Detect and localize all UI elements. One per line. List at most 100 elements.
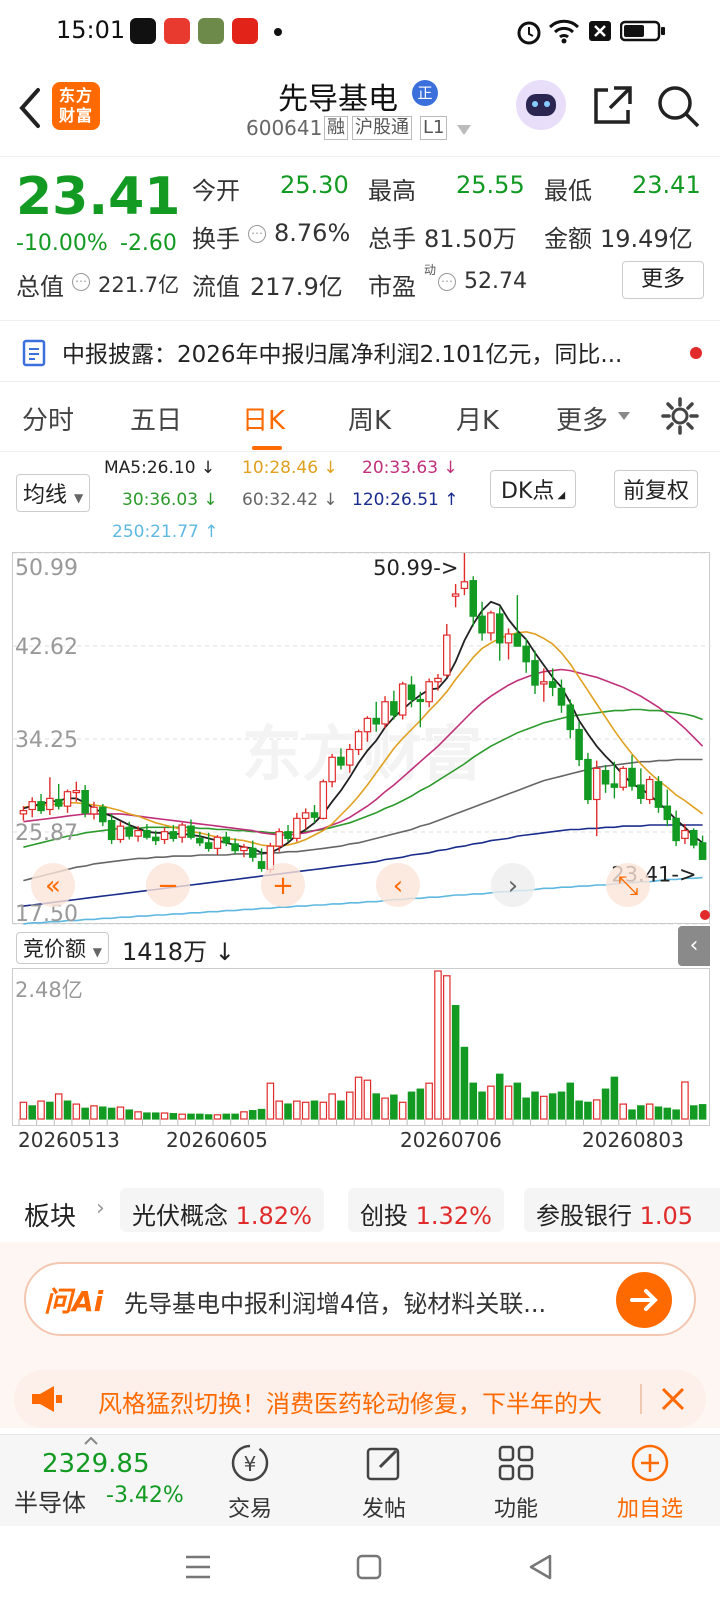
kline-chart[interactable]: 东方财富 50.99 42.62 34.25 25.87 17.50 50.99-> 23.4…: [12, 552, 711, 927]
sector-chip-pv[interactable]: 光伏概念 1.82%: [120, 1188, 324, 1232]
candle-body: [601, 770, 610, 785]
tab-more[interactable]: 更多: [556, 400, 608, 437]
wifi-icon: [548, 19, 580, 44]
volume-bar: [698, 1104, 707, 1120]
tiktok-app-icon: [130, 18, 156, 44]
candle-body: [257, 861, 266, 869]
volume-bar: [107, 1107, 116, 1120]
tab-daily-k[interactable]: 日K: [242, 400, 285, 437]
tab-five-day[interactable]: 五日: [130, 400, 182, 437]
info-icon[interactable]: ⋯: [248, 225, 266, 243]
chevron-right-icon[interactable]: ›: [96, 1196, 105, 1221]
volume-indicator-selector[interactable]: 竞价额 ▼: [16, 932, 109, 964]
tab-weekly-k[interactable]: 周K: [348, 400, 391, 437]
dk-point-label: DK点: [501, 479, 555, 504]
collapse-panel-icon[interactable]: ‹: [678, 926, 710, 966]
ma250-line: [23, 876, 703, 925]
ai-question-text: 先导基电中报利润增4倍，铋材料关联...: [124, 1290, 547, 1318]
volume-bar: [240, 1111, 248, 1120]
volume-bar: [46, 1101, 54, 1120]
info-icon[interactable]: ⋯: [72, 273, 90, 291]
candle-body: [672, 817, 680, 842]
back-triangle-icon[interactable]: [528, 1554, 554, 1580]
volume-bar: [548, 1093, 557, 1120]
candle-body: [540, 681, 548, 685]
status-time: 15:01: [56, 16, 126, 44]
nav-post[interactable]: 发帖: [334, 1441, 434, 1523]
close-icon[interactable]: [660, 1386, 686, 1412]
announcement-text: 中报披露：2026年中报归属净利润2.101亿元，同比...: [62, 342, 623, 368]
volume-indicator-label: 竞价额: [23, 937, 86, 961]
candle-body: [72, 789, 81, 794]
dropdown-caret-icon: ▼: [74, 491, 84, 505]
kline-svg: 东方财富50.9942.6234.2525.8717.5050.99->23.4…: [13, 552, 711, 927]
announcement-bar[interactable]: 中报披露：2026年中报归属净利润2.101亿元，同比...: [0, 320, 720, 382]
candle-body: [531, 660, 539, 686]
search-icon[interactable]: [656, 84, 702, 130]
next-icon-glyph: ›: [508, 871, 518, 901]
ma-selector[interactable]: 均线 ▼: [16, 474, 91, 512]
volume-bar: [328, 1093, 336, 1120]
volume-bar: [116, 1106, 125, 1120]
nav-label: 加自选: [616, 1497, 683, 1522]
expand-up-icon[interactable]: [84, 1437, 98, 1445]
volume-bar: [178, 1113, 186, 1120]
ma250-value: 250:21.77 ↑: [112, 522, 219, 542]
settings-gear-icon[interactable]: [660, 396, 700, 436]
volume-bar: [495, 1073, 504, 1120]
index-name[interactable]: 半导体: [14, 1483, 86, 1518]
ma-legend: 均线 ▼ MA5:26.10 ↓ 10:28.46 ↓ 20:33.63 ↓ 3…: [0, 452, 720, 552]
volume-bar: [169, 1113, 178, 1120]
volume-bar: [99, 1106, 107, 1120]
candle-body: [407, 684, 416, 701]
more-button[interactable]: 更多: [622, 261, 704, 299]
promo-banner[interactable]: 风格猛烈切换！消费医药轮动修复，下半年的大: [14, 1370, 706, 1428]
back-arrow-icon[interactable]: [14, 86, 44, 130]
alarm-icon: [517, 21, 541, 45]
home-square-icon[interactable]: [356, 1554, 382, 1580]
dk-point-toggle[interactable]: DK点 ◢: [490, 470, 577, 508]
sector-chip-bank[interactable]: 参股银行 1.05: [524, 1188, 720, 1232]
battery-icon: [620, 20, 665, 42]
info-icon[interactable]: ⋯: [438, 273, 456, 291]
volume-bar: [363, 1079, 372, 1120]
live-dot: [700, 910, 710, 920]
index-value[interactable]: 2329.85: [42, 1449, 150, 1479]
candle-body: [284, 831, 292, 839]
ai-send-button[interactable]: [616, 1272, 672, 1328]
expand-caret-icon[interactable]: [456, 124, 472, 136]
volume-bar: [213, 1114, 222, 1120]
candle-body: [328, 756, 336, 783]
volume-bar: [81, 1107, 89, 1120]
volume-chart[interactable]: 2.48亿: [12, 968, 710, 1126]
sector-chip-vc[interactable]: 创投 1.32%: [348, 1188, 504, 1232]
candle-body: [557, 687, 566, 706]
volume-bar: [72, 1103, 81, 1120]
active-tab-indicator: [252, 446, 282, 450]
ai-question-bar[interactable]: 问Ai 先导基电中报利润增4倍，铋材料关联...: [24, 1262, 696, 1336]
turnover-value: 8.76%: [274, 219, 351, 247]
candle-body: [434, 677, 442, 683]
sector-name: 光伏概念: [132, 1202, 228, 1230]
tab-intraday[interactable]: 分时: [22, 400, 74, 437]
candle-body: [443, 634, 451, 676]
index-pct[interactable]: -3.42%: [106, 1483, 184, 1508]
grid-functions-icon: [498, 1445, 534, 1481]
stock-name: 先导基电: [278, 82, 398, 117]
candle-body: [469, 580, 478, 617]
candle-body: [151, 836, 160, 842]
nav-trade[interactable]: ¥ 交易: [200, 1441, 300, 1523]
volume-bar: [443, 975, 451, 1120]
high-label: 最高: [368, 177, 416, 205]
adjust-selector[interactable]: 前复权: [614, 470, 699, 508]
tab-monthly-k[interactable]: 月K: [456, 400, 499, 437]
candle-body: [319, 781, 328, 819]
ai-robot-icon[interactable]: [516, 80, 566, 130]
nav-functions[interactable]: 功能: [466, 1441, 566, 1523]
volume-bar: [584, 1101, 592, 1120]
share-icon[interactable]: [590, 84, 634, 128]
volume-bar: [610, 1076, 619, 1120]
nav-add-watchlist[interactable]: 加自选: [600, 1441, 700, 1523]
volume-bar: [504, 1085, 513, 1120]
menu-icon[interactable]: [184, 1554, 212, 1580]
